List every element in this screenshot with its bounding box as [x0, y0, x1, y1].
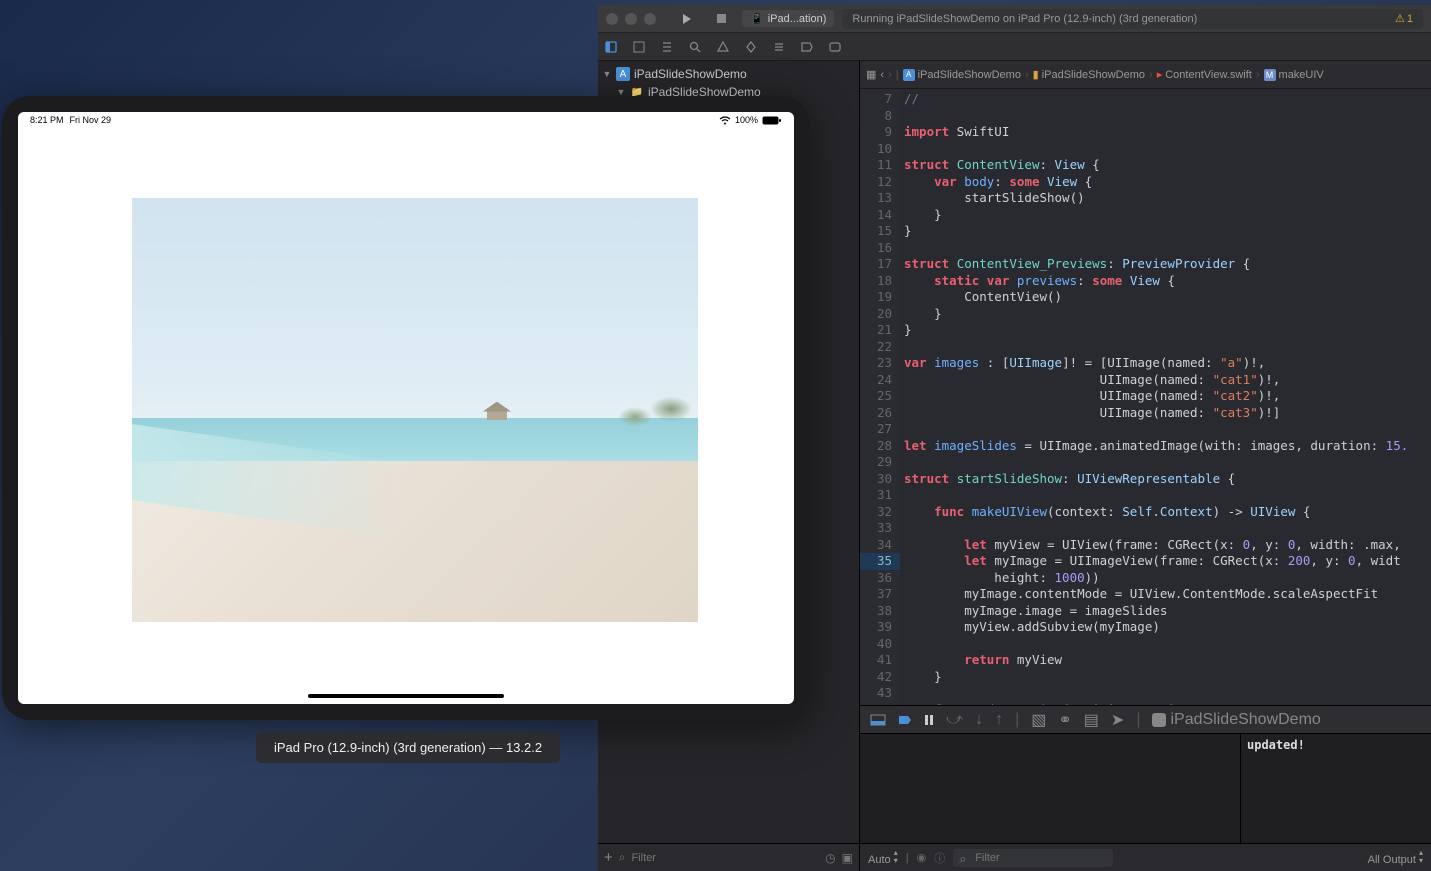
- editor-area: ▦ ‹ › | A iPadSlideShowDemo › ▮ iPadSlid…: [860, 61, 1431, 871]
- debug-bar: ⤻ ↓ ↑ | ▧ ⚭ ▤ ➤ | iPadSlideShowDemo: [860, 705, 1431, 733]
- battery-icon: [762, 116, 782, 125]
- close-window-button[interactable]: [606, 13, 618, 25]
- debug-navigator-tab[interactable]: [772, 40, 786, 54]
- xcode-project-icon: A: [616, 67, 630, 81]
- xcode-project-icon: A: [903, 69, 915, 81]
- project-root-row[interactable]: ▼ A iPadSlideShowDemo: [598, 65, 859, 83]
- home-indicator[interactable]: [308, 694, 504, 698]
- active-scheme-icon: 📱: [750, 12, 764, 25]
- folder-icon: ▮: [1033, 68, 1039, 81]
- print-description-icon[interactable]: ⓘ: [934, 850, 945, 866]
- status-time: 8:21 PM: [30, 115, 64, 125]
- ipad-simulator-window[interactable]: 8:21 PM Fri Nov 29 100%: [2, 96, 810, 720]
- report-navigator-tab[interactable]: [828, 40, 842, 54]
- jump-bar[interactable]: ▦ ‹ › | A iPadSlideShowDemo › ▮ iPadSlid…: [860, 61, 1431, 89]
- battery-percent: 100%: [735, 115, 758, 125]
- project-name-label: iPadSlideShowDemo: [634, 67, 747, 81]
- jump-crumb-group[interactable]: ▮ iPadSlideShowDemo: [1033, 68, 1145, 81]
- navigator-tabs: [604, 40, 842, 54]
- scm-filter-icon[interactable]: ▣: [842, 851, 853, 865]
- swift-file-icon: ▸: [1157, 68, 1163, 81]
- warning-icon: ⚠: [1395, 12, 1405, 25]
- navigator-filter-input[interactable]: [632, 852, 820, 864]
- step-over-icon[interactable]: ⤻: [946, 711, 963, 729]
- xcode-toolbar: 📱 iPad...ation) Running iPadSlideShowDem…: [598, 5, 1431, 33]
- symbol-navigator-tab[interactable]: [660, 40, 674, 54]
- debug-view-hierarchy-icon[interactable]: ▧: [1031, 710, 1046, 730]
- warning-count: 1: [1407, 13, 1413, 25]
- variables-filter-input[interactable]: [953, 849, 1113, 867]
- pause-continue-icon[interactable]: [924, 714, 934, 726]
- slideshow-image: [132, 198, 698, 622]
- step-into-icon[interactable]: ↓: [975, 711, 983, 729]
- disclosure-triangle-icon[interactable]: ▼: [602, 69, 612, 79]
- auto-variables-selector[interactable]: Auto ▴▾: [868, 849, 898, 866]
- filter-icon: ⌕: [619, 850, 626, 865]
- console-output[interactable]: updated!: [1241, 734, 1431, 843]
- source-editor[interactable]: 7891011121314151617181920212223242526272…: [860, 89, 1431, 705]
- back-button[interactable]: ‹: [880, 69, 884, 81]
- ipad-screen[interactable]: 8:21 PM Fri Nov 29 100%: [18, 112, 794, 704]
- simulator-device-label: iPad Pro (12.9-inch) (3rd generation) — …: [256, 732, 560, 763]
- console-line: updated!: [1247, 738, 1305, 752]
- find-navigator-tab[interactable]: [688, 40, 702, 54]
- navigator-filter-bar: + ⌕ ◷ ▣: [598, 843, 859, 871]
- navigator-selector-bar: [598, 33, 1431, 61]
- warning-badge[interactable]: ⚠ 1: [1395, 12, 1413, 25]
- variables-view[interactable]: [860, 734, 1241, 843]
- forward-button[interactable]: ›: [888, 69, 892, 81]
- issue-navigator-tab[interactable]: [716, 40, 730, 54]
- activity-status-text: Running iPadSlideShowDemo on iPad Pro (1…: [852, 13, 1197, 25]
- scheme-selector[interactable]: 📱 iPad...ation): [742, 10, 834, 27]
- breakpoints-icon[interactable]: [898, 714, 912, 726]
- jump-crumb-symbol[interactable]: M makeUIV: [1264, 69, 1324, 81]
- debug-area: updated!: [860, 733, 1431, 843]
- minimize-window-button[interactable]: [625, 13, 637, 25]
- jump-crumb-project[interactable]: A iPadSlideShowDemo: [903, 69, 1021, 81]
- method-icon: M: [1264, 69, 1276, 81]
- stop-button[interactable]: [708, 10, 734, 28]
- output-mode-selector[interactable]: All Output ▴▾: [1368, 849, 1423, 866]
- breakpoint-navigator-tab[interactable]: [800, 40, 814, 54]
- code-content[interactable]: // import SwiftUI struct ContentView: Vi…: [900, 89, 1431, 705]
- ios-status-bar: 8:21 PM Fri Nov 29 100%: [18, 112, 794, 128]
- project-navigator-tab[interactable]: [604, 40, 618, 54]
- related-items-icon[interactable]: ▦: [866, 68, 876, 81]
- location-icon[interactable]: ➤: [1111, 710, 1124, 730]
- hide-debug-area-icon[interactable]: [870, 714, 886, 726]
- debug-filter-bar: Auto ▴▾ | ◉ ⓘ All Output ▴▾: [860, 843, 1431, 871]
- window-controls[interactable]: [606, 13, 656, 25]
- process-indicator[interactable]: iPadSlideShowDemo: [1152, 711, 1320, 729]
- scheme-name-label: iPad...ation): [768, 13, 827, 25]
- test-navigator-tab[interactable]: [744, 40, 758, 54]
- step-out-icon[interactable]: ↑: [995, 711, 1003, 729]
- recent-filter-icon[interactable]: ◷: [825, 851, 835, 865]
- quicklook-icon[interactable]: ◉: [917, 851, 927, 864]
- source-control-navigator-tab[interactable]: [632, 40, 646, 54]
- jump-crumb-file[interactable]: ▸ ContentView.swift: [1157, 68, 1252, 81]
- environment-overrides-icon[interactable]: ▤: [1084, 710, 1099, 730]
- wifi-icon: [719, 116, 731, 125]
- line-number-gutter[interactable]: 7891011121314151617181920212223242526272…: [860, 89, 900, 705]
- run-button[interactable]: [674, 10, 700, 28]
- app-icon: [1152, 713, 1166, 727]
- zoom-window-button[interactable]: [644, 13, 656, 25]
- add-button[interactable]: +: [604, 849, 613, 866]
- debug-memory-graph-icon[interactable]: ⚭: [1058, 710, 1071, 730]
- activity-view[interactable]: Running iPadSlideShowDemo on iPad Pro (1…: [842, 9, 1423, 29]
- status-date: Fri Nov 29: [70, 115, 112, 125]
